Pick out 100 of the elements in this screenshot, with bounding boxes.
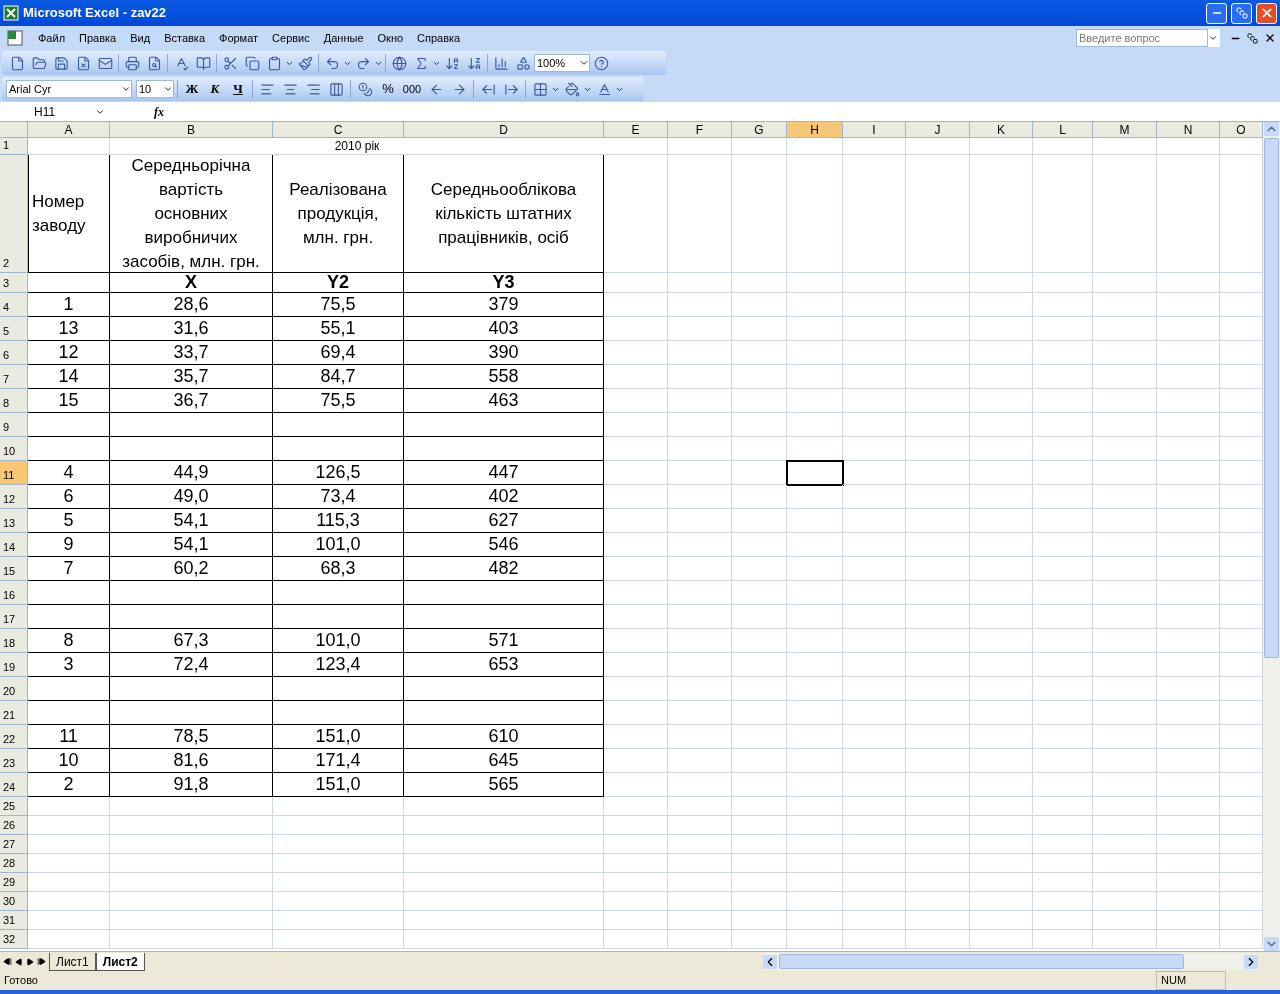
- menu-item[interactable]: Файл: [36, 29, 68, 47]
- column-header[interactable]: B: [110, 122, 273, 138]
- row-header[interactable]: 25: [0, 797, 28, 816]
- row-header[interactable]: 20: [0, 677, 28, 701]
- menu-item[interactable]: Вид: [128, 29, 153, 47]
- row-header[interactable]: 15: [0, 557, 28, 581]
- scroll-thumb[interactable]: [779, 954, 1184, 969]
- column-header[interactable]: O: [1220, 122, 1263, 138]
- scroll-down-icon[interactable]: [1264, 937, 1279, 951]
- row-header[interactable]: 26: [0, 816, 28, 835]
- menu-item[interactable]: Справка: [415, 29, 463, 47]
- close-button[interactable]: [1256, 2, 1277, 24]
- function-label[interactable]: fx: [154, 102, 164, 121]
- font-size-dropdown[interactable]: 10: [136, 80, 174, 98]
- dropdown-caret-icon[interactable]: [1208, 33, 1218, 43]
- font-dropdown[interactable]: Arial Cyr: [6, 80, 132, 98]
- row-header[interactable]: 11: [0, 461, 28, 485]
- column-header[interactable]: L: [1033, 122, 1093, 138]
- column-header[interactable]: A: [28, 122, 110, 138]
- italic-button[interactable]: К: [204, 79, 226, 99]
- scroll-left-icon[interactable]: [763, 954, 777, 969]
- menu-item[interactable]: Вставка: [162, 29, 207, 47]
- row-header[interactable]: 30: [0, 892, 28, 911]
- column-header[interactable]: J: [906, 122, 970, 138]
- column-header[interactable]: K: [970, 122, 1033, 138]
- table-cell: 101,0: [273, 533, 404, 557]
- row-header[interactable]: 4: [0, 293, 28, 317]
- restore-button[interactable]: [1231, 2, 1252, 24]
- column-header[interactable]: M: [1093, 122, 1157, 138]
- scroll-right-icon[interactable]: [1244, 954, 1258, 969]
- next-sheet-icon[interactable]: [26, 957, 34, 966]
- column-header[interactable]: G: [732, 122, 787, 138]
- zoom-dropdown[interactable]: 100%: [534, 54, 590, 72]
- row-header[interactable]: 22: [0, 725, 28, 749]
- row-header[interactable]: 19: [0, 653, 28, 677]
- row-header[interactable]: 23: [0, 749, 28, 773]
- table-cell: 627: [404, 509, 604, 533]
- first-sheet-icon[interactable]: [3, 957, 12, 966]
- menu-item[interactable]: Данные: [321, 29, 366, 47]
- sheet-tab[interactable]: Лист2: [95, 952, 145, 971]
- table-cell: 35,7: [110, 365, 273, 389]
- row-header[interactable]: 31: [0, 911, 28, 930]
- bold-button[interactable]: Ж: [181, 79, 203, 99]
- table-cell: 54,1: [110, 509, 273, 533]
- column-header[interactable]: C: [273, 122, 404, 138]
- row-header[interactable]: 17: [0, 605, 28, 629]
- restore-icon[interactable]: [1247, 32, 1258, 44]
- table-cell: 151,0: [273, 725, 404, 749]
- row-header[interactable]: 13: [0, 509, 28, 533]
- table-cell: 558: [404, 365, 604, 389]
- row-header[interactable]: 14: [0, 533, 28, 557]
- row-header[interactable]: 27: [0, 835, 28, 854]
- row-header[interactable]: 5: [0, 317, 28, 341]
- window-title: Microsoft Excel - zav22: [23, 4, 168, 23]
- column-header[interactable]: F: [668, 122, 732, 138]
- last-sheet-icon[interactable]: [37, 957, 46, 966]
- row-header[interactable]: 24: [0, 773, 28, 797]
- workbook-icon[interactable]: [4, 29, 26, 47]
- table-cell: 126,5: [273, 461, 404, 485]
- row-header[interactable]: 28: [0, 854, 28, 873]
- previous-sheet-icon[interactable]: [15, 957, 23, 966]
- row-header[interactable]: 3: [0, 273, 28, 293]
- sheet-tab[interactable]: Лист1: [49, 952, 96, 971]
- column-header[interactable]: H: [787, 122, 843, 138]
- percent-button[interactable]: %: [377, 79, 399, 99]
- table-cell: 7: [28, 557, 110, 581]
- row-header[interactable]: 32: [0, 930, 28, 949]
- horizontal-scrollbar[interactable]: [763, 953, 1258, 970]
- scroll-thumb[interactable]: [1264, 138, 1279, 658]
- row-header[interactable]: 8: [0, 389, 28, 413]
- close-icon[interactable]: [1264, 32, 1276, 44]
- menu-item[interactable]: Сервис: [270, 29, 312, 47]
- row-header[interactable]: 16: [0, 581, 28, 605]
- row-header[interactable]: 18: [0, 629, 28, 653]
- column-header[interactable]: D: [404, 122, 604, 138]
- minimize-button[interactable]: [1206, 2, 1227, 24]
- row-header[interactable]: 2: [0, 155, 28, 273]
- vertical-scrollbar[interactable]: [1263, 122, 1280, 951]
- dropdown-caret-icon[interactable]: [121, 84, 131, 94]
- dropdown-caret-icon[interactable]: [579, 58, 589, 68]
- row-header[interactable]: 9: [0, 413, 28, 437]
- row-header[interactable]: 29: [0, 873, 28, 892]
- underline-button[interactable]: Ч: [227, 79, 249, 99]
- question-field[interactable]: Введите вопрос: [1076, 29, 1208, 47]
- menu-item[interactable]: Формат: [217, 29, 261, 47]
- menu-item[interactable]: Окно: [375, 29, 406, 47]
- row-header[interactable]: 6: [0, 341, 28, 365]
- column-header[interactable]: E: [604, 122, 668, 138]
- column-header[interactable]: I: [843, 122, 906, 138]
- table-cell: 151,0: [273, 773, 404, 797]
- scroll-up-icon[interactable]: [1264, 122, 1279, 136]
- thousands-button[interactable]: 000: [400, 80, 424, 98]
- row-header[interactable]: 12: [0, 485, 28, 509]
- menu-item[interactable]: Правка: [77, 29, 119, 47]
- row-header[interactable]: 7: [0, 365, 28, 389]
- row-header[interactable]: 1: [0, 138, 28, 155]
- row-header[interactable]: 10: [0, 437, 28, 461]
- row-header[interactable]: 21: [0, 701, 28, 725]
- column-header[interactable]: N: [1157, 122, 1220, 138]
- dropdown-caret-icon[interactable]: [163, 84, 173, 94]
